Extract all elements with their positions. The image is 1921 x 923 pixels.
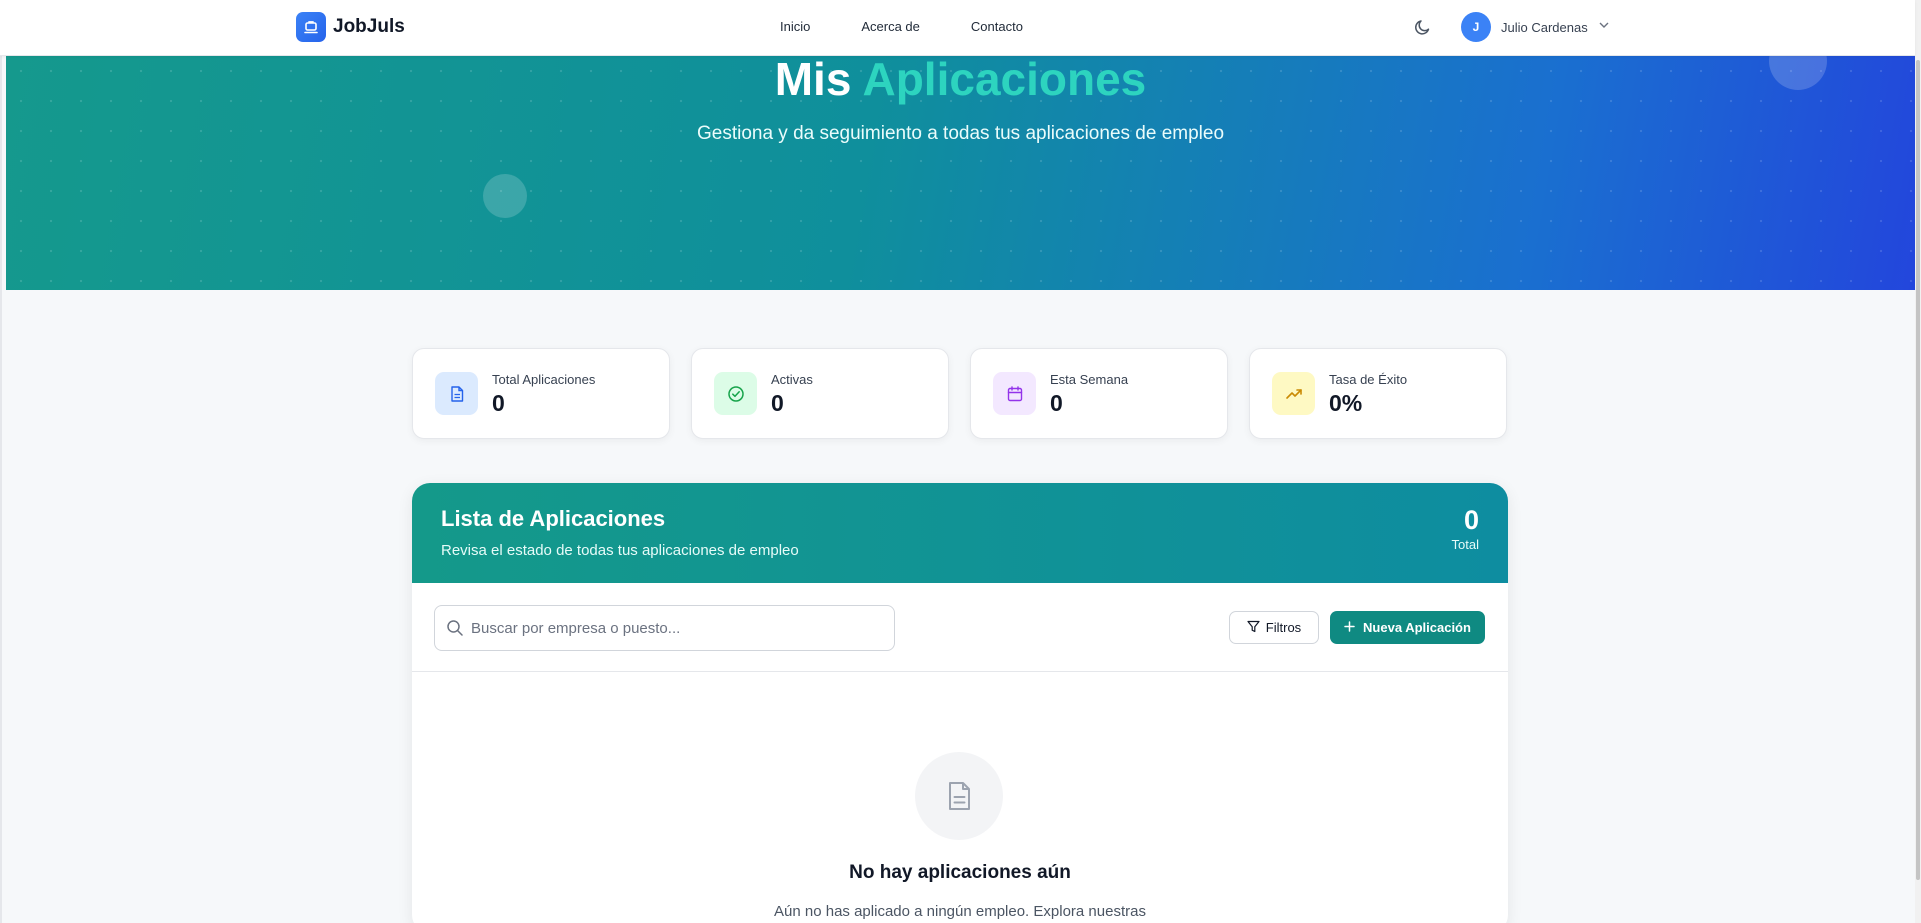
- stat-value: 0: [1050, 390, 1063, 416]
- stat-value: 0: [771, 390, 784, 416]
- search-input[interactable]: [471, 606, 881, 650]
- stat-card-total: Total Aplicaciones 0: [412, 348, 670, 439]
- stat-value: 0%: [1329, 390, 1363, 416]
- empty-document-icon: [915, 752, 1003, 840]
- stat-label: Tasa de Éxito: [1329, 372, 1408, 387]
- page-title-accent: Aplicaciones: [862, 56, 1147, 105]
- total-count-value: 0: [1463, 505, 1479, 535]
- avatar: J: [1461, 12, 1491, 42]
- search-box: [434, 605, 895, 651]
- user-name: Julio Cardenas: [1501, 19, 1588, 35]
- calendar-icon: [993, 372, 1036, 415]
- brand-logo-link[interactable]: JobJuls: [296, 12, 405, 42]
- filters-button[interactable]: Filtros: [1229, 611, 1319, 644]
- decorative-bubble: [483, 174, 527, 218]
- chevron-down-icon: [1598, 18, 1610, 36]
- panel-toolbar: Filtros Nueva Aplicación: [412, 583, 1508, 672]
- nav-link-contacto[interactable]: Contacto: [971, 19, 1023, 34]
- page-title: Mis Aplicaciones: [6, 56, 1915, 106]
- panel-title: Lista de Aplicaciones: [441, 506, 666, 531]
- new-application-button[interactable]: Nueva Aplicación: [1330, 611, 1485, 644]
- stat-label: Esta Semana: [1050, 372, 1129, 387]
- document-icon: [435, 372, 478, 415]
- top-navbar: JobJuls Inicio Acerca de Contacto J Juli…: [0, 0, 1915, 56]
- check-circle-icon: [714, 372, 757, 415]
- trending-up-icon: [1272, 372, 1315, 415]
- moon-icon[interactable]: [1413, 17, 1433, 37]
- nav-link-acerca[interactable]: Acerca de: [861, 19, 920, 34]
- total-count-label: Total: [1451, 537, 1479, 552]
- search-icon: [446, 619, 464, 642]
- total-counter: 0 Total: [1452, 505, 1479, 552]
- stat-label: Activas: [771, 372, 813, 387]
- page-title-main: Mis: [774, 56, 852, 105]
- empty-state-title: No hay aplicaciones aún: [849, 862, 1071, 883]
- filters-label: Filtros: [1265, 620, 1302, 635]
- stat-card-activas: Activas 0: [691, 348, 949, 439]
- briefcase-logo-icon: [296, 12, 326, 42]
- filter-icon: [1247, 620, 1260, 636]
- page-subtitle: Gestiona y da seguimiento a todas tus ap…: [696, 123, 1225, 144]
- stat-value: 0: [492, 390, 505, 416]
- main-nav: Inicio Acerca de Contacto: [780, 19, 1023, 34]
- stat-label: Total Aplicaciones: [492, 372, 596, 387]
- user-menu[interactable]: J Julio Cardenas: [1461, 12, 1610, 42]
- hero-banner: Mis Aplicaciones Gestiona y da seguimien…: [6, 56, 1915, 290]
- brand-name: JobJuls: [333, 16, 405, 37]
- stat-card-semana: Esta Semana 0: [970, 348, 1228, 439]
- empty-state-description: Aún no has aplicado a ningún empleo. Exp…: [774, 903, 1146, 920]
- panel-subtitle: Revisa el estado de todas tus aplicacion…: [441, 542, 799, 559]
- stat-card-exito: Tasa de Éxito 0%: [1249, 348, 1507, 439]
- scrollbar-thumb[interactable]: [1916, 60, 1920, 880]
- nav-link-inicio[interactable]: Inicio: [780, 19, 810, 34]
- new-application-label: Nueva Aplicación: [1363, 620, 1471, 635]
- applications-panel: Lista de Aplicaciones Revisa el estado d…: [412, 483, 1508, 923]
- left-edge: [0, 56, 2, 923]
- plus-icon: [1344, 620, 1355, 635]
- panel-header: Lista de Aplicaciones Revisa el estado d…: [412, 483, 1508, 583]
